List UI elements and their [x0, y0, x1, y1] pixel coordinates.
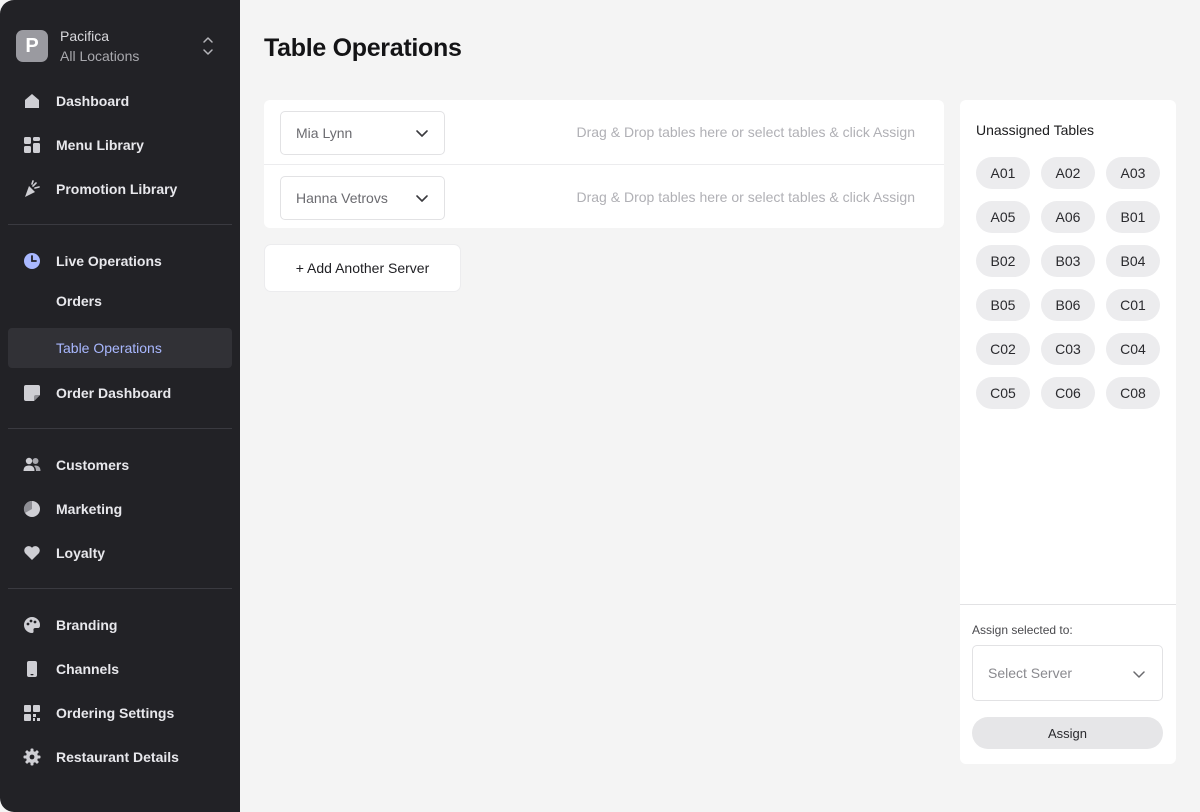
chevron-down-icon [1133, 671, 1145, 678]
app-window: P Pacifica All Locations Dashboard Menu … [0, 0, 1200, 812]
table-chip[interactable]: A06 [1041, 201, 1095, 233]
sidebar-item-label: Customers [56, 457, 130, 473]
sidebar-item-label: Ordering Settings [56, 705, 175, 721]
sidebar-item-label: Loyalty [56, 545, 106, 561]
table-chip[interactable]: B01 [1106, 201, 1160, 233]
sidebar-item-label: Marketing [56, 501, 123, 517]
sidebar-item-customers[interactable]: Customers [8, 445, 232, 485]
org-location: All Locations [60, 48, 140, 64]
table-chip[interactable]: B02 [976, 245, 1030, 277]
table-chip[interactable]: B04 [1106, 245, 1160, 277]
table-chip[interactable]: C05 [976, 377, 1030, 409]
table-chip[interactable]: C04 [1106, 333, 1160, 365]
party-popper-icon [22, 179, 42, 199]
table-chip[interactable]: C08 [1106, 377, 1160, 409]
org-info: Pacifica All Locations [60, 26, 139, 66]
location-switcher[interactable]: P Pacifica All Locations [16, 26, 224, 66]
panel-title: Unassigned Tables [976, 122, 1095, 138]
sidebar-divider [8, 428, 232, 429]
sidebar-item-branding[interactable]: Branding [8, 605, 232, 645]
server-select[interactable]: Hanna Vetrovs [280, 176, 445, 220]
table-chip[interactable]: A02 [1041, 157, 1095, 189]
sidebar-item-label: Orders [56, 293, 102, 309]
table-chip[interactable]: A03 [1106, 157, 1160, 189]
sidebar-item-marketing[interactable]: Marketing [8, 489, 232, 529]
grid-icon [22, 135, 42, 155]
table-chip[interactable]: C01 [1106, 289, 1160, 321]
sidebar-item-label: Table Operations [56, 340, 162, 356]
server-select-value: Mia Lynn [296, 125, 353, 141]
phone-icon [22, 659, 42, 679]
sidebar-item-promotion-library[interactable]: Promotion Library [8, 169, 232, 209]
gear-icon [22, 747, 42, 767]
sidebar-divider [8, 224, 232, 225]
table-chip[interactable]: B06 [1041, 289, 1095, 321]
sidebar-item-ordering-settings[interactable]: Ordering Settings [8, 693, 232, 733]
server-select-value: Hanna Vetrovs [296, 190, 388, 206]
table-chip[interactable]: A01 [976, 157, 1030, 189]
palette-icon [22, 615, 42, 635]
sidebar-divider [8, 588, 232, 589]
sidebar-item-label: Live Operations [56, 253, 162, 269]
sidebar-item-label: Menu Library [56, 137, 144, 153]
sidebar-item-table-operations[interactable]: Table Operations [8, 328, 232, 368]
home-icon [22, 91, 42, 111]
assign-server-select[interactable]: Select Server [972, 645, 1163, 701]
server-row[interactable]: Mia Lynn Drag & Drop tables here or sele… [264, 100, 944, 164]
sidebar-item-restaurant-details[interactable]: Restaurant Details [8, 737, 232, 777]
assign-footer: Assign selected to: Select Server Assign [960, 604, 1176, 764]
table-chip[interactable]: B03 [1041, 245, 1095, 277]
page-title: Table Operations [264, 34, 462, 62]
pie-chart-icon [22, 499, 42, 519]
add-server-button[interactable]: + Add Another Server [264, 244, 461, 292]
table-chip-grid: A01 A02 A03 A05 A06 B01 B02 B03 B04 B05 B06 C01 C02 C… [976, 157, 1160, 409]
sidebar-item-label: Restaurant Details [56, 749, 179, 765]
sidebar-item-live-operations[interactable]: Live Operations [8, 241, 232, 281]
sidebar-item-channels[interactable]: Channels [8, 649, 232, 689]
assign-button[interactable]: Assign [972, 717, 1163, 749]
qr-code-icon [22, 703, 42, 723]
clock-icon [22, 251, 42, 271]
table-chip[interactable]: A05 [976, 201, 1030, 233]
server-row[interactable]: Hanna Vetrovs Drag & Drop tables here or… [264, 164, 944, 228]
sidebar-item-label: Dashboard [56, 93, 130, 109]
sidebar-item-label: Channels [56, 661, 120, 677]
chevron-down-icon [416, 130, 428, 137]
chevron-down-icon [416, 195, 428, 202]
sidebar-item-order-dashboard[interactable]: Order Dashboard [8, 373, 232, 413]
org-logo: P [16, 30, 48, 62]
sidebar-item-label: Order Dashboard [56, 385, 172, 401]
sidebar-item-orders[interactable]: Orders [8, 281, 232, 321]
server-select[interactable]: Mia Lynn [280, 111, 445, 155]
note-icon [22, 383, 42, 403]
server-assignments: Mia Lynn Drag & Drop tables here or sele… [264, 100, 944, 228]
drop-zone-hint: Drag & Drop tables here or select tables… [576, 189, 916, 205]
sidebar-item-menu-library[interactable]: Menu Library [8, 125, 232, 165]
table-chip[interactable]: C02 [976, 333, 1030, 365]
org-name: Pacifica [60, 28, 110, 44]
users-icon [22, 455, 42, 475]
chevron-up-down-icon [203, 37, 213, 55]
assign-label: Assign selected to: [972, 623, 1073, 637]
table-chip[interactable]: C03 [1041, 333, 1095, 365]
sidebar-item-dashboard[interactable]: Dashboard [8, 81, 232, 121]
sidebar-item-label: Branding [56, 617, 118, 633]
heart-icon [22, 543, 42, 563]
drop-zone-hint: Drag & Drop tables here or select tables… [576, 124, 916, 140]
unassigned-tables-panel: Unassigned Tables A01 A02 A03 A05 A06 B01 B02 B… [960, 100, 1176, 764]
sidebar: P Pacifica All Locations Dashboard Menu … [0, 0, 240, 812]
table-chip[interactable]: B05 [976, 289, 1030, 321]
sidebar-item-loyalty[interactable]: Loyalty [8, 533, 232, 573]
table-chip[interactable]: C06 [1041, 377, 1095, 409]
sidebar-item-label: Promotion Library [56, 181, 178, 197]
assign-select-placeholder: Select Server [988, 665, 1073, 681]
